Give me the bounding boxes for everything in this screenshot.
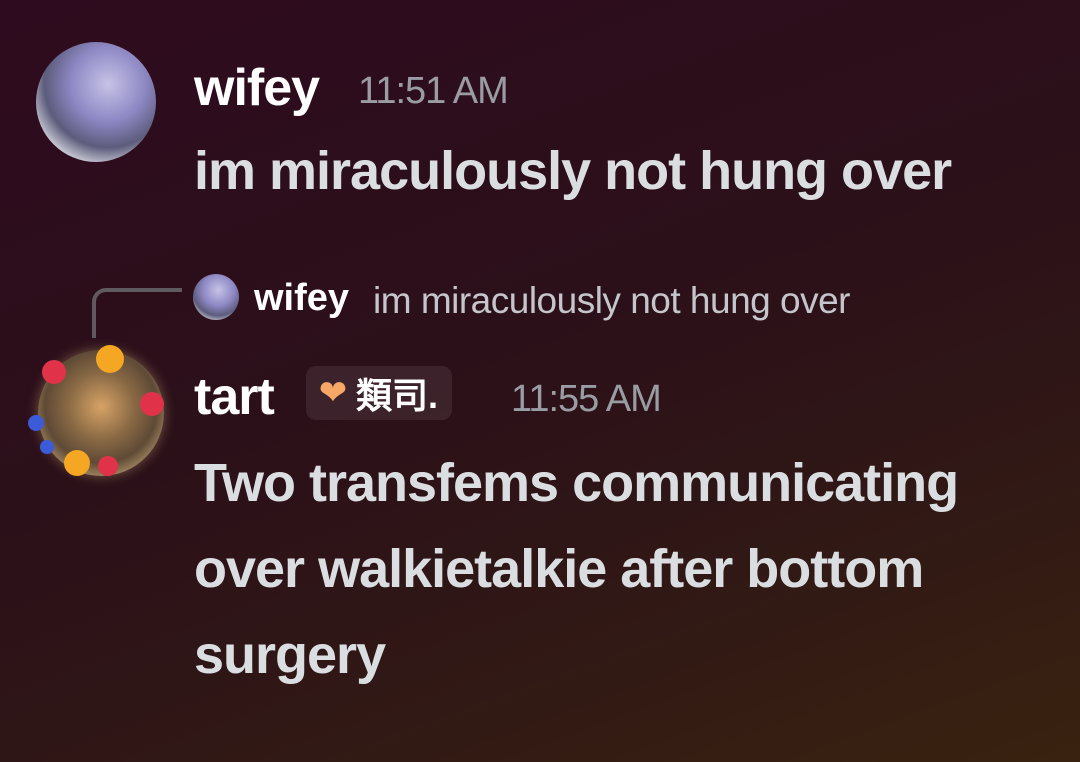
strawberry-decoration [98, 456, 118, 476]
strawberry-decoration [42, 360, 66, 384]
message-wifey: wifey 11:51 AM im miraculously not hung … [0, 0, 1080, 220]
timestamp: 11:51 AM [358, 70, 509, 112]
blueberry-decoration [28, 415, 44, 431]
avatar-wifey[interactable] [36, 42, 156, 162]
orange-decoration [64, 450, 90, 476]
reply-avatar-wifey[interactable] [193, 274, 239, 320]
user-tag[interactable]: ❤ 類司. [306, 366, 453, 420]
message-content: Two transfems communicating over walkiet… [194, 453, 959, 685]
strawberry-decoration [140, 392, 164, 416]
heart-icon: ❤ [318, 374, 348, 412]
username-wifey[interactable]: wifey [194, 58, 320, 118]
message-content: im miraculously not hung over [194, 141, 952, 201]
orange-decoration [96, 345, 124, 373]
reply-preview-text[interactable]: im miraculously not hung over [373, 280, 851, 322]
blueberry-decoration [40, 440, 54, 454]
username-tart[interactable]: tart [194, 367, 275, 427]
reply-username[interactable]: wifey [254, 277, 349, 320]
user-tag-text: 類司. [356, 375, 439, 416]
timestamp: 11:55 AM [511, 378, 662, 420]
reply-spine [92, 288, 182, 338]
